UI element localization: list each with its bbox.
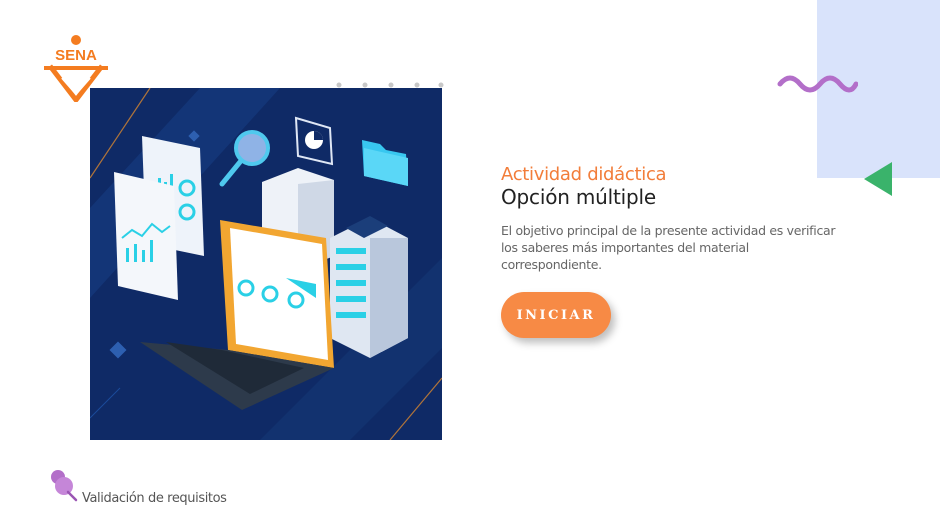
footer-label: Validación de requisitos bbox=[82, 491, 227, 506]
pushpin-icon bbox=[51, 470, 78, 502]
hero-illustration bbox=[89, 87, 443, 441]
activity-description: El objetivo principal de la presente act… bbox=[501, 223, 836, 272]
chart-document-icon bbox=[114, 172, 178, 300]
svg-text:SENA: SENA bbox=[55, 47, 97, 64]
activity-subtitle: Actividad didáctica bbox=[501, 164, 667, 185]
activity-title: Opción múltiple bbox=[501, 185, 656, 209]
triangle-decoration-icon bbox=[864, 162, 892, 196]
start-button[interactable]: INICIAR bbox=[501, 292, 611, 338]
wave-decoration-icon bbox=[777, 75, 858, 93]
database-stack-icon bbox=[330, 216, 408, 358]
